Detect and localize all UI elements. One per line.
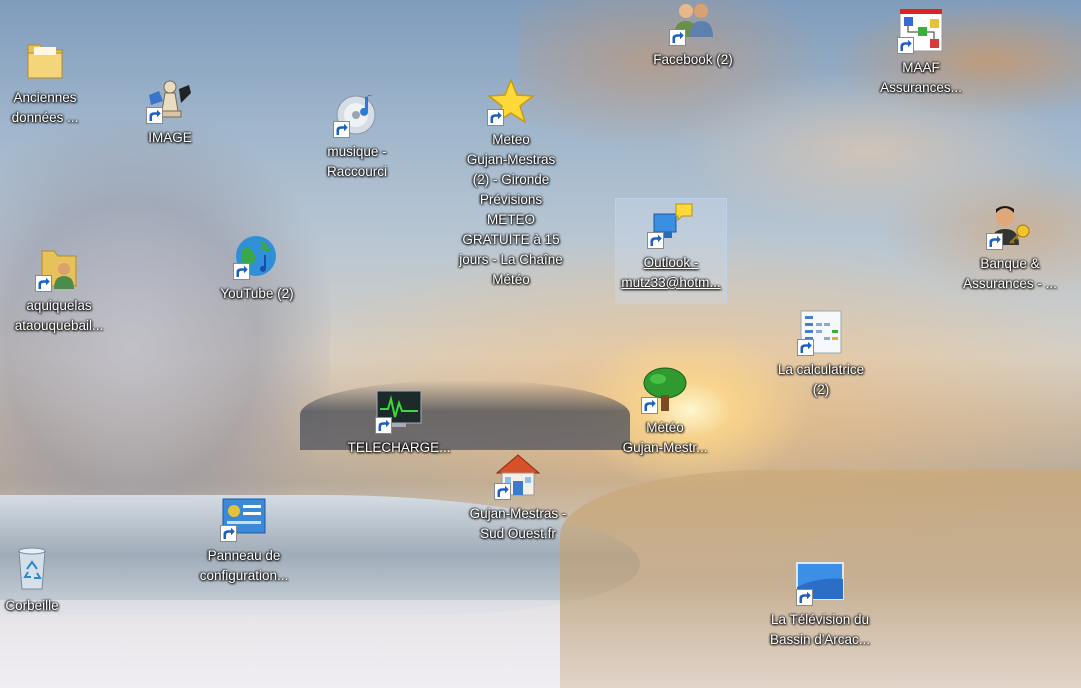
shortcut-arrow-icon [375,417,392,434]
shortcut-arrow-icon [647,232,664,249]
icon-label: TELECHARGE... [347,440,451,455]
desktop-icon-meteo-gujan[interactable]: Météo Gujan-Mestr... [610,364,720,458]
folder-icon [19,34,71,86]
desktop-icon-television[interactable]: La Télévision du Bassin d'Arcac... [765,556,875,650]
desktop-icon-youtube[interactable]: YouTube (2) [202,230,312,304]
shortcut-arrow-icon [669,29,686,46]
globe-music-icon [231,230,283,282]
star-icon [485,76,537,128]
icon-label: Panneau de configuration... [199,548,289,583]
desktop-icon-anciennes[interactable]: Anciennes données ... [0,34,100,128]
icon-label: Météo Gujan-Mestr... [622,420,708,455]
shortcut-arrow-icon [641,397,658,414]
desktop-icon-banque[interactable]: Banque & Assurances - ... [955,200,1065,294]
music-disc-icon [331,88,383,140]
desktop-icon-corbeille[interactable]: Corbeille [0,542,87,616]
icon-label: Corbeille [5,598,59,613]
snowy-riverbank [0,600,1081,688]
desktop-icon-facebook[interactable]: Facebook (2) [638,0,748,70]
tree-icon [639,364,691,416]
desktop-icon-calculatrice[interactable]: La calculatrice (2) [766,306,876,400]
desktop-icon-image[interactable]: IMAGE [115,74,225,148]
desktop-icon-outlook[interactable]: Outlook - mutz33@hotm... [615,198,727,304]
control-panel-icon [218,492,270,544]
shortcut-arrow-icon [333,121,350,138]
icon-label: Outlook - mutz33@hotm... [621,255,721,290]
shortcut-arrow-icon [146,107,163,124]
icon-label: Facebook (2) [653,52,733,67]
user-key-icon [984,200,1036,252]
icon-label: musique - Raccourci [326,144,388,179]
shortcut-arrow-icon [897,37,914,54]
shortcut-arrow-icon [487,109,504,126]
spreadsheet-icon [795,306,847,358]
shortcut-arrow-icon [233,263,250,280]
desktop-icon-maaf[interactable]: MAAF Assurances... [866,4,976,98]
icon-label: YouTube (2) [220,286,294,301]
chess-pawn-icon [144,74,196,126]
tv-screen-icon [794,556,846,608]
shortcut-arrow-icon [35,275,52,292]
desktop-icon-musique[interactable]: musique - Raccourci [302,88,412,182]
desktop-icon-panneau[interactable]: Panneau de configuration... [189,492,299,586]
icon-label: MAAF Assurances... [880,60,962,95]
icon-label: Anciennes données ... [11,90,79,125]
shortcut-arrow-icon [986,233,1003,250]
icon-label: IMAGE [148,130,192,145]
shortcut-arrow-icon [220,525,237,542]
icon-label: Meteo Gujan-Mestras (2) - Gironde Prévis… [459,132,563,287]
desktop-icon-aquiquelas[interactable]: aquiquelas ataouquebail... [4,242,114,336]
icon-label: Gujan-Mestras - Sud Ouest.fr [469,506,567,541]
icon-label: La Télévision du Bassin d'Arcac... [769,612,871,647]
desktop-icon-telecharge[interactable]: TELECHARGE... [344,384,454,458]
house-icon [492,450,544,502]
icon-label: Banque & Assurances - ... [963,256,1057,291]
outlook-icon [645,199,697,251]
icon-label: aquiquelas ataouquebail... [14,298,104,333]
desktop-icon-meteo-gironde[interactable]: Meteo Gujan-Mestras (2) - Gironde Prévis… [456,76,566,290]
monitor-chart-icon [373,384,425,436]
icon-label: La calculatrice (2) [777,362,865,397]
user-folder-icon [33,242,85,294]
people-icon [667,0,719,48]
desktop-icon-sudouest[interactable]: Gujan-Mestras - Sud Ouest.fr [463,450,573,544]
shortcut-arrow-icon [796,589,813,606]
network-diagram-icon [895,4,947,56]
desktop[interactable]: Anciennes données ... IMAGE musique - Ra… [0,0,1081,688]
shortcut-arrow-icon [494,483,511,500]
recycle-bin-icon [6,542,58,594]
shortcut-arrow-icon [797,339,814,356]
